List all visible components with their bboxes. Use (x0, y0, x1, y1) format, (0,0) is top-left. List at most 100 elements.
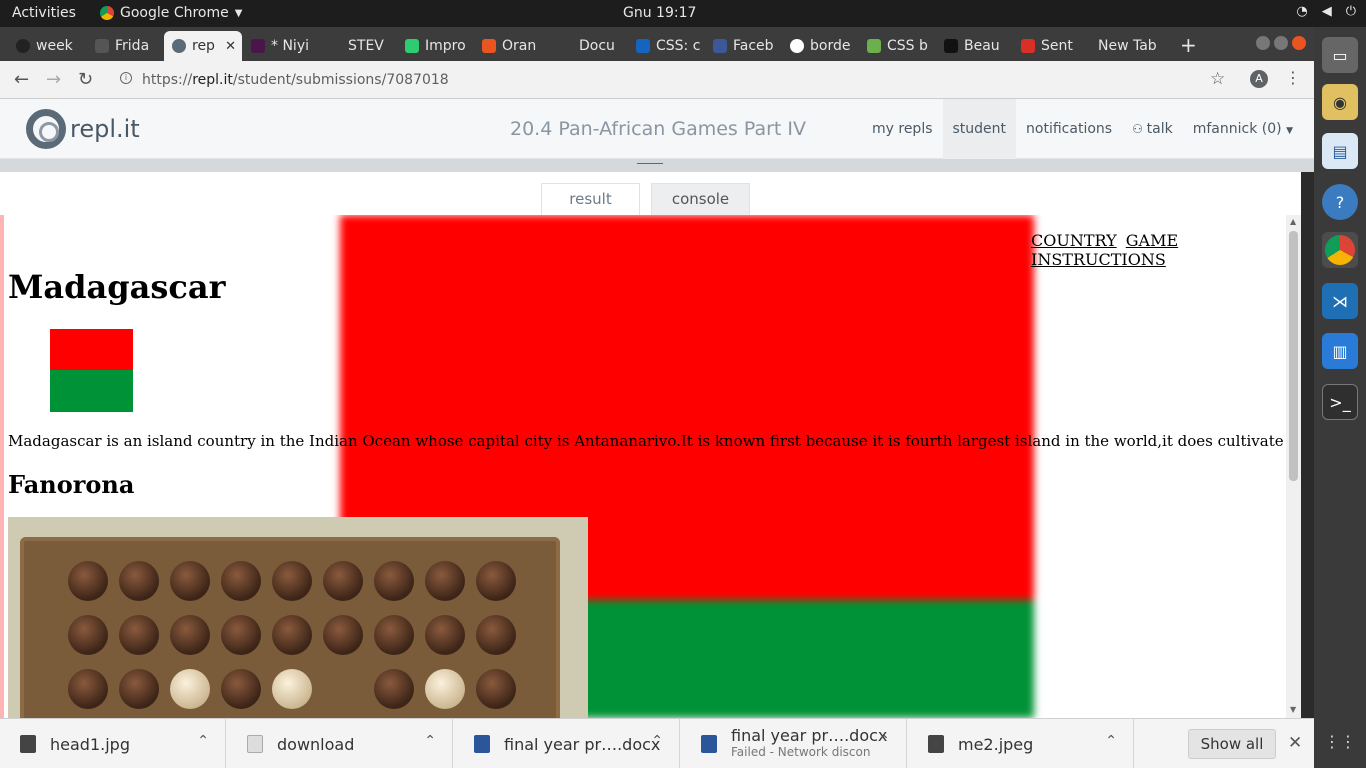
word-file-icon (474, 735, 490, 753)
download-name: final year pr….docx (504, 734, 661, 754)
system-tray[interactable]: ◔ ◀ ⏻ (1296, 4, 1356, 19)
chrome-dock-icon[interactable] (1322, 232, 1358, 268)
nav-talk[interactable]: ⚇ talk (1122, 99, 1183, 159)
resize-handle[interactable] (637, 163, 663, 164)
tab-week[interactable]: week (8, 31, 86, 61)
scroll-down-icon[interactable]: ▼ (1290, 705, 1296, 714)
chrome-icon (100, 6, 114, 20)
resize-bar[interactable] (0, 159, 1314, 172)
vscode-icon[interactable]: ⋊ (1322, 283, 1358, 319)
nav-country-link[interactable]: COUNTRY (1031, 231, 1117, 250)
back-icon[interactable]: ← (14, 69, 29, 90)
terminal-icon[interactable]: >_ (1322, 384, 1358, 420)
clock[interactable]: Gnu 19:17 (623, 5, 696, 21)
download-status: Failed - Network discon (731, 745, 871, 759)
orange-icon (482, 39, 496, 53)
replit-logo[interactable]: repl.it (26, 109, 140, 149)
dark-game-piece (476, 561, 516, 601)
tab-friday[interactable]: Frida (87, 31, 165, 61)
chevron-up-icon[interactable]: ⌃ (1105, 733, 1117, 749)
tab-label: * Niyi (271, 38, 309, 54)
tab-docu[interactable]: Docu (551, 31, 629, 61)
address-bar[interactable]: https://repl.it/student/submissions/7087… (112, 66, 1242, 94)
download-item[interactable]: final year pr….docx ⌃ (454, 719, 680, 768)
chevron-up-icon[interactable]: ⌃ (197, 733, 209, 749)
word-file-icon (701, 735, 717, 753)
tab-facebook[interactable]: Faceb (705, 31, 783, 61)
desktop: Activities Google Chrome ▼ Gnu 19:17 ◔ ◀… (0, 0, 1366, 768)
nav-notifications[interactable]: notifications (1016, 99, 1122, 159)
app-menu[interactable]: Google Chrome ▼ (100, 5, 242, 21)
tab-label: Oran (502, 38, 537, 54)
show-all-button[interactable]: Show all (1188, 729, 1276, 759)
tab-css-b[interactable]: CSS b (859, 31, 937, 61)
logo-text: repl.it (70, 115, 140, 143)
window-controls (1256, 36, 1306, 50)
image-file-icon (928, 735, 944, 753)
minimize-icon[interactable] (1256, 36, 1270, 50)
tab-label: STEV (348, 38, 384, 54)
close-shelf-icon[interactable]: ✕ (1288, 733, 1302, 753)
close-window-icon[interactable] (1292, 36, 1306, 50)
vertical-scrollbar[interactable]: ▲ ▼ (1286, 215, 1301, 718)
tab-oran[interactable]: Oran (474, 31, 552, 61)
chevron-up-icon[interactable]: ⌃ (424, 733, 436, 749)
show-apps-icon[interactable]: ⋮⋮ (1322, 723, 1358, 759)
tab-label: rep (192, 38, 215, 54)
tab-label: Docu (579, 38, 615, 54)
tab-new-tab[interactable]: New Tab (1090, 31, 1168, 61)
chevron-up-icon[interactable]: ⌃ (651, 733, 663, 749)
light-game-piece (272, 669, 312, 709)
url-host: repl.it (192, 72, 233, 88)
scroll-up-icon[interactable]: ▲ (1290, 217, 1296, 226)
light-game-piece (425, 669, 465, 709)
flag-red (50, 329, 133, 370)
image-file-icon (20, 735, 36, 753)
download-item[interactable]: me2.jpeg ⌃ (908, 719, 1134, 768)
chevron-up-icon[interactable]: ⌃ (878, 733, 890, 749)
rhythmbox-icon[interactable]: ◉ (1322, 84, 1358, 120)
nav-my-repls[interactable]: my repls (862, 99, 943, 159)
chrome-tab-strip: week Frida rep ✕ * Niyi STEV Impro Oran D… (0, 27, 1314, 61)
tab-result[interactable]: result (541, 183, 640, 215)
nav-instructions-link[interactable]: INSTRUCTIONS (1031, 250, 1166, 269)
download-name: final year pr….docx (731, 726, 888, 745)
writer-icon[interactable]: ▤ (1322, 133, 1358, 169)
css-icon (867, 39, 881, 53)
w3schools-icon (636, 39, 650, 53)
tab-borde[interactable]: borde (782, 31, 860, 61)
chrome-menu-icon[interactable]: ⋮ (1285, 68, 1301, 87)
tab-sent[interactable]: Sent (1013, 31, 1091, 61)
forward-icon[interactable]: → (46, 69, 61, 90)
nav-student[interactable]: student (942, 99, 1017, 159)
dark-game-piece (119, 561, 159, 601)
download-item[interactable]: head1.jpg ⌃ (0, 719, 226, 768)
tab-replit[interactable]: rep ✕ (164, 31, 242, 61)
user-menu[interactable]: mfannick (0) ▼ (1183, 99, 1303, 159)
reload-icon[interactable]: ↻ (78, 69, 93, 90)
gmail-icon (1021, 39, 1035, 53)
activities-button[interactable]: Activities (12, 5, 76, 21)
left-edge-strip (0, 215, 4, 718)
new-tab-button[interactable]: + (1180, 33, 1197, 57)
tab-impro[interactable]: Impro (397, 31, 475, 61)
download-item[interactable]: download ⌃ (227, 719, 453, 768)
tab-console[interactable]: console (651, 183, 750, 215)
dark-game-piece (323, 615, 363, 655)
help-icon[interactable]: ? (1322, 184, 1358, 220)
bookmark-star-icon[interactable]: ☆ (1210, 69, 1225, 89)
download-item-failed[interactable]: final year pr….docx Failed - Network disc… (681, 719, 907, 768)
nav-game-link[interactable]: GAME (1126, 231, 1178, 250)
close-tab-icon[interactable]: ✕ (225, 39, 236, 54)
profile-avatar[interactable]: A (1250, 70, 1268, 88)
tab-css-c[interactable]: CSS: c (628, 31, 706, 61)
tab-niyi[interactable]: * Niyi (243, 31, 321, 61)
files-icon[interactable]: ▭ (1322, 37, 1358, 73)
scrollbar-thumb[interactable] (1289, 231, 1298, 481)
board (20, 537, 560, 718)
tab-beau[interactable]: Beau (936, 31, 1014, 61)
tab-label: Beau (964, 38, 1000, 54)
tab-stev[interactable]: STEV (320, 31, 398, 61)
maximize-icon[interactable] (1274, 36, 1288, 50)
notes-icon[interactable]: ▥ (1322, 333, 1358, 369)
